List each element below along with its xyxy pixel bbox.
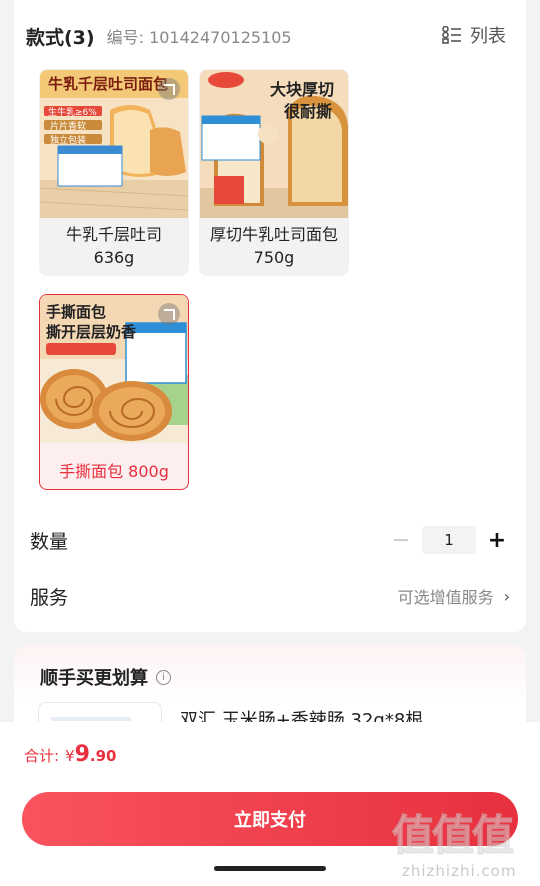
variant-option-hand-torn-bread[interactable]: 手撕面包 撕开层层奶香 手撕面包 800g xyxy=(39,294,189,490)
variant-option-thick-milk-toast[interactable]: 大块厚切 很耐撕 厚切牛乳吐司面包750g xyxy=(199,69,349,276)
variant-badge-line: 片片香软 xyxy=(50,122,87,132)
quantity-stepper: − 1 + xyxy=(388,526,510,554)
variant-label: 手撕面包 800g xyxy=(59,462,169,481)
style-header: 款式(3) 编号: 10142470125105 列表 xyxy=(26,20,506,52)
variant-label: 牛乳千层吐司636g xyxy=(65,225,162,267)
decrease-button[interactable]: − xyxy=(388,527,414,553)
variant-label: 厚切牛乳吐司面包750g xyxy=(210,225,339,267)
addon-title-text: 顺手买更划算 xyxy=(40,668,148,689)
variant-badge-line: 独立包装 xyxy=(50,136,87,146)
quantity-input[interactable]: 1 xyxy=(422,526,476,554)
total-label: 合计: xyxy=(24,747,60,765)
service-value: 可选增值服务 xyxy=(397,588,494,607)
home-indicator xyxy=(214,866,326,871)
variant-thumbnail: 大块厚切 很耐撕 xyxy=(200,70,348,218)
quantity-label: 数量 xyxy=(30,530,69,553)
service-selector[interactable]: 可选增值服务 › xyxy=(398,584,510,608)
variant-badge-title: 大块厚切 xyxy=(270,80,335,99)
service-row[interactable]: 服务 可选增值服务 › xyxy=(30,580,510,612)
service-label: 服务 xyxy=(30,586,69,609)
pay-now-button[interactable]: 立即支付 xyxy=(22,792,518,846)
list-view-icon xyxy=(442,26,461,44)
list-view-toggle[interactable]: 列表 xyxy=(442,22,506,48)
order-total: 合计: ¥ 9 .90 xyxy=(24,742,117,767)
variant-badge-line: 撕开层层奶香 xyxy=(46,323,137,341)
style-title: 款式(3) xyxy=(26,26,95,49)
sku-number: 编号: 10142470125105 xyxy=(106,28,292,47)
chevron-right-icon: › xyxy=(503,586,510,606)
currency-symbol: ¥ xyxy=(65,747,75,765)
variant-thumbnail: 牛乳千层吐司面包 生牛乳≥6% 片片香软 独立包装 xyxy=(40,70,188,218)
quantity-row: 数量 − 1 + xyxy=(30,524,510,556)
variant-badge-title: 手撕面包 xyxy=(46,303,107,321)
watermark-url: zhizhizhi.com xyxy=(402,862,517,880)
price-decimal: .90 xyxy=(89,747,117,765)
list-view-label: 列表 xyxy=(470,26,506,47)
expand-icon[interactable] xyxy=(158,78,180,100)
price-integer: 9 xyxy=(74,742,90,767)
variant-thumbnail: 手撕面包 撕开层层奶香 xyxy=(40,295,188,443)
variant-badge-title: 牛乳千层吐司面包 xyxy=(48,75,169,93)
variant-badge-line: 很耐撕 xyxy=(284,102,333,121)
expand-icon[interactable] xyxy=(158,303,180,325)
variant-badge-line: 生牛乳≥6% xyxy=(48,108,97,118)
addon-title: 顺手买更划算 i xyxy=(40,664,171,690)
increase-button[interactable]: + xyxy=(484,527,510,553)
info-icon[interactable]: i xyxy=(156,669,171,685)
pay-now-label: 立即支付 xyxy=(234,810,306,831)
variant-option-milk-layer-toast[interactable]: 牛乳千层吐司面包 生牛乳≥6% 片片香软 独立包装 牛乳千层吐司636g xyxy=(39,69,189,276)
